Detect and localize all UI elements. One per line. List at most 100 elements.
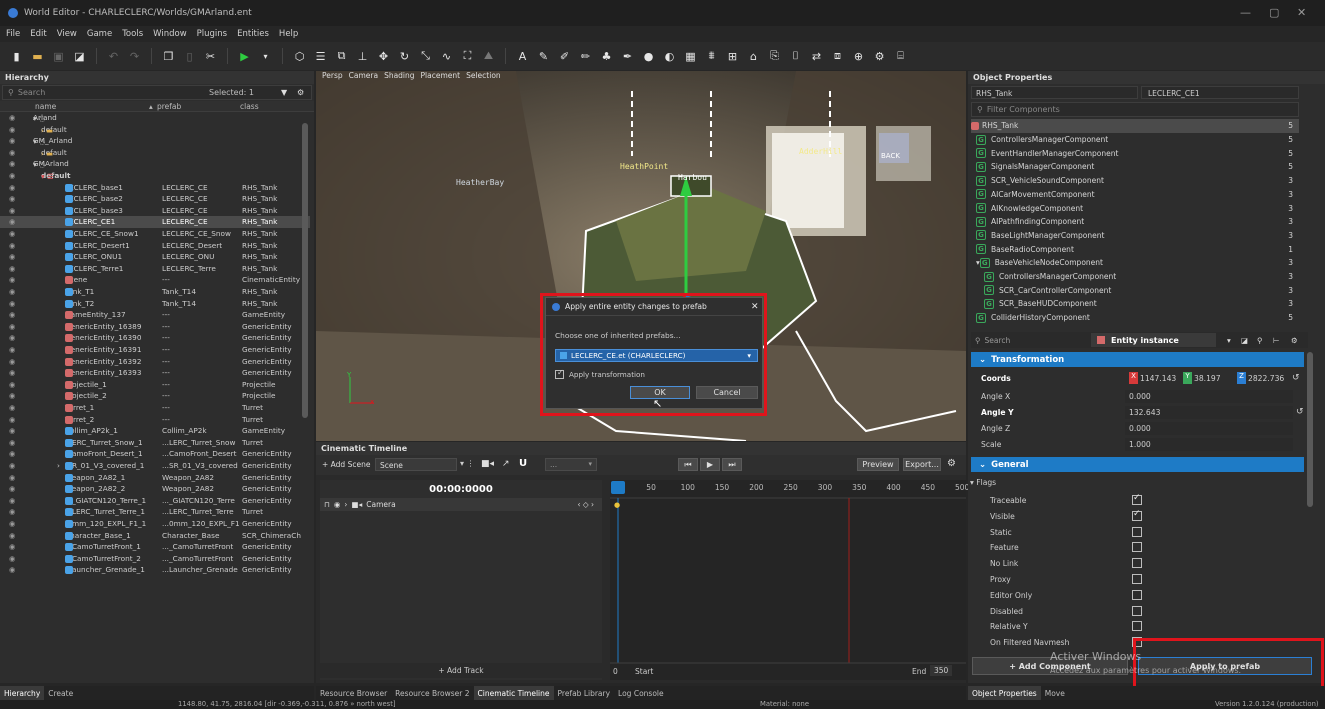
hierarchy-row[interactable]: ◉ ▾ ◌ GM_Arland [0, 135, 310, 147]
curve-icon[interactable]: ∿ [438, 48, 455, 65]
locate-icon[interactable]: ◪ [1241, 336, 1248, 345]
rotate-icon[interactable]: ↻ [396, 48, 413, 65]
hierarchy-row[interactable]: ◉ GameEntity_137 --- GameEntity [0, 309, 310, 321]
hierarchy-row[interactable]: ◉ LECLERC_base2 LECLERC_CE RHS_Tank [0, 193, 310, 205]
track-row-camera[interactable]: ⊓ ◉ › ■◂ Camera ‹ ◇ › [320, 498, 602, 511]
text-tool-icon[interactable]: A [514, 48, 531, 65]
redo-icon[interactable]: ↷ [126, 48, 143, 65]
hierarchy-row[interactable]: ◉ ▾ ◌ Arland [0, 112, 310, 124]
properties-settings-icon[interactable]: ⚙ [1291, 336, 1298, 345]
building-icon[interactable]: ⌂ [745, 48, 762, 65]
col-class[interactable]: class [240, 102, 259, 111]
component-item[interactable]: G AIPathfindingComponent 3 [976, 215, 1299, 229]
reset-angle-icon[interactable]: ↺ [1296, 407, 1304, 417]
coords-y-input[interactable]: 38.197 [1194, 374, 1221, 383]
hierarchy-row[interactable]: ◉ LECLERC_Desert1 LECLERC_Desert RHS_Tank [0, 240, 310, 252]
visibility-eye-icon[interactable]: ◉ [9, 542, 15, 551]
visibility-eye-icon[interactable]: ◉ [9, 136, 15, 145]
prefab-select[interactable]: LECLERC_CE.et (CHARLECLERC) ▾ [555, 349, 758, 362]
scene-dropdown-icon[interactable]: ▾ ⋮ [460, 459, 475, 468]
visibility-eye-icon[interactable]: ◉ [9, 438, 15, 447]
flag-checkbox[interactable] [1132, 526, 1142, 537]
hierarchy-scrollbar[interactable] [302, 123, 308, 418]
end-value[interactable]: 350 [930, 665, 953, 676]
hierarchy-search-input[interactable]: Search [18, 88, 45, 97]
grid-icon[interactable]: ▦ [682, 48, 699, 65]
visibility-eye-icon[interactable]: ◉ [9, 299, 15, 308]
property-value-input[interactable]: 0.000 [1125, 422, 1293, 435]
hierarchy-row[interactable]: ◉ Weapon_2A82_1 Weapon_2A82 GenericEntity [0, 472, 310, 484]
expand-arrow-icon[interactable]: › [57, 461, 60, 470]
brush-icon[interactable]: ✐ [556, 48, 573, 65]
hierarchy-row[interactable]: ◉ GenericEntity_16392 --- GenericEntity [0, 356, 310, 368]
keyframe-nav-icon[interactable]: ‹ ◇ › [577, 500, 594, 509]
hierarchy-row[interactable]: ◉ Tank_T1 Tank_T14 RHS_Tank [0, 286, 310, 298]
hierarchy-row[interactable]: ◉ GenericEntity_16393 --- GenericEntity [0, 367, 310, 379]
hierarchy-link-icon[interactable]: ⊢ [1273, 336, 1280, 345]
minimize-icon[interactable]: — [1240, 6, 1251, 19]
hierarchy-row[interactable]: ◉ Scene --- CinematicEntity [0, 274, 310, 286]
preview-button[interactable]: Preview [857, 458, 899, 471]
play-icon[interactable]: ▶ [236, 48, 253, 65]
hierarchy-row[interactable]: ◉ ...R_01_V3_covered_1 › ...SR_01_V3_covere… [0, 460, 310, 472]
visibility-eye-icon[interactable]: ◉ [9, 461, 15, 470]
visibility-eye-icon[interactable]: ◉ [9, 148, 15, 157]
skip-back-button[interactable]: ⏮ [678, 458, 698, 471]
component-item[interactable]: G AIKnowledgeComponent 3 [976, 201, 1299, 215]
spawn-icon[interactable]: ⎘ [766, 48, 783, 65]
viewport-tab-placement[interactable]: Placement [421, 71, 461, 83]
copy-icon[interactable]: ❐ [160, 48, 177, 65]
hierarchy-row[interactable]: ◉ Collim_AP2k_1 Collim_AP2k GameEntity [0, 425, 310, 437]
entity-name-field[interactable]: LECLERC_CE1 [1141, 86, 1299, 99]
menu-view[interactable]: View [57, 29, 77, 39]
property-value-input[interactable]: 0.000 [1125, 390, 1293, 403]
hierarchy-row[interactable]: ◉ › ▬ default [0, 147, 310, 159]
visibility-eye-icon[interactable]: ◉ [9, 241, 15, 250]
visibility-eye-icon[interactable]: ◉ [9, 554, 15, 563]
flag-checkbox[interactable] [1132, 493, 1142, 505]
terrain-icon[interactable]: ⛰ [480, 48, 497, 65]
menu-file[interactable]: File [6, 29, 20, 39]
hierarchy-row[interactable]: ◉ Weapon_2A82_2 Weapon_2A82 GenericEntity [0, 483, 310, 495]
visibility-eye-icon[interactable]: ◉ [9, 252, 15, 261]
hierarchy-row[interactable]: ◉ ..._GIATCN120_Terre_1 ..._GIATCN120_Terr… [0, 495, 310, 507]
viewport-tab-shading[interactable]: Shading [384, 71, 414, 83]
timeline-play-button[interactable]: ▶ [700, 458, 720, 471]
hierarchy-row[interactable]: ◉ ...mm_120_EXPL_F1_1 ...0mm_120_EXPL_F1 Ge… [0, 518, 310, 530]
hierarchy-row[interactable]: ◉ Projectile_2 --- Projectile [0, 390, 310, 402]
coords-x-input[interactable]: 1147.143 [1140, 374, 1176, 383]
visibility-eye-icon[interactable]: ◉ [9, 368, 15, 377]
export-button[interactable]: Export... [903, 458, 941, 471]
visibility-eye-icon[interactable]: ◉ [9, 403, 15, 412]
visibility-eye-icon[interactable]: ◉ [9, 194, 15, 203]
layers-icon[interactable]: ⧈ [829, 48, 846, 65]
hierarchy-row[interactable]: ◉ LECLERC_base3 LECLERC_CE RHS_Tank [0, 205, 310, 217]
settings-icon[interactable]: ⚙ [297, 88, 304, 97]
paste-icon[interactable]: ▯ [181, 48, 198, 65]
flag-checkbox[interactable] [1132, 589, 1142, 600]
zoom-icon[interactable]: ⚲ [1257, 336, 1263, 345]
expand-arrow-icon[interactable]: › [344, 500, 347, 509]
visibility-eye-icon[interactable]: ◉ [9, 380, 15, 389]
menu-entities[interactable]: Entities [237, 29, 269, 39]
camera-track-icon[interactable]: ■◂ [481, 459, 494, 469]
component-item[interactable]: G EventHandlerManagerComponent 5 [976, 146, 1299, 160]
component-item[interactable]: G AICarMovementComponent 3 [976, 188, 1299, 202]
visibility-eye-icon[interactable]: ◉ [9, 519, 15, 528]
skip-forward-button[interactable]: ⏭ [722, 458, 742, 471]
keyframe-marker-icon[interactable]: ● [614, 501, 620, 509]
hierarchy-row[interactable]: ◉ ...LERC_Turret_Terre_1 ...LERC_Turret_Te… [0, 506, 310, 518]
export-icon[interactable]: ◪ [71, 48, 88, 65]
add-track-button[interactable]: + Add Track [320, 663, 602, 678]
list-icon[interactable]: ☰ [312, 48, 329, 65]
hierarchy-row[interactable]: ◉ GenericEntity_16391 --- GenericEntity [0, 344, 310, 356]
properties-search-input[interactable]: Search [985, 336, 1011, 345]
viewport-tab-selection[interactable]: Selection [466, 71, 501, 83]
undo-icon[interactable]: ↶ [105, 48, 122, 65]
entity-instance-select[interactable]: Entity instance [1091, 333, 1216, 347]
hierarchy-row[interactable]: ◉ ...CamoTurretFront_2 ..._CamoTurretFront… [0, 553, 310, 565]
visibility-eye-icon[interactable]: ◉ [9, 357, 15, 366]
bracket-icon[interactable]: ⌷ [787, 48, 804, 65]
prefab-icon[interactable]: ⊞ [724, 48, 741, 65]
track-lock-icon[interactable]: ⊓ [324, 500, 330, 509]
